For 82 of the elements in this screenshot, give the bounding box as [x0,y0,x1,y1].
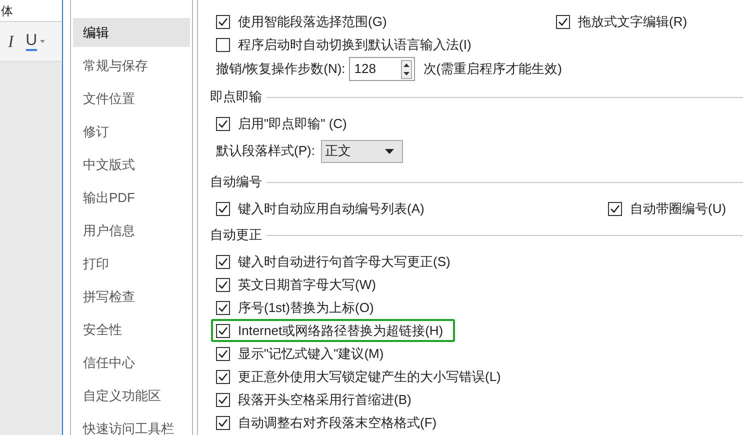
highlighted-option[interactable]: Internet或网络路径替换为超链接(H) [211,319,456,342]
option-row[interactable]: 英文日期首字母大写(W) [216,273,743,296]
check-icon [558,16,568,26]
option-row[interactable]: 自动调整右对齐段落末空格格式(F) [216,411,743,434]
option-row[interactable]: 段落开头空格采用行首缩进(B) [216,388,743,411]
option-row[interactable]: 更正意外使用大写锁定键产生的大小写错误(L) [216,365,743,388]
option-label: Internet或网络路径替换为超链接(H) [238,322,444,340]
option-label: 键入时自动进行句首字母大写更正(S) [238,252,450,271]
check-icon [218,326,228,336]
option-label: 程序启动时自动切换到默认语言输入法(I) [238,36,472,54]
checkbox[interactable] [216,254,230,268]
check-icon [218,372,228,382]
option-label: 自动带圈编号(U) [630,200,726,218]
sidebar-item[interactable]: 文件位置 [73,84,190,113]
checkbox[interactable] [216,300,230,314]
option-label: 序号(1st)替换为上标(O) [238,298,374,317]
checkbox[interactable] [216,116,230,130]
option-label: 段落开头空格采用行首缩进(B) [238,390,412,409]
check-icon [610,204,620,214]
check-icon [218,348,228,358]
sidebar-item[interactable]: 拼写检查 [73,282,190,311]
checkbox[interactable] [216,346,230,360]
option-row[interactable]: 显示"记忆式键入"建议(M) [216,342,743,365]
option-row[interactable]: 使用智能段落选择范围(G) [216,10,556,33]
check-icon [218,256,228,266]
default-style-dropdown[interactable]: 正文 [320,140,403,162]
default-style-label: 默认段落样式(P): [216,142,315,160]
option-label: 显示"记忆式键入"建议(M) [238,344,384,363]
font-name-field[interactable]: 体 [0,2,13,20]
option-label: 使用智能段落选择范围(G) [238,12,387,31]
sidebar-item[interactable]: 打印 [73,249,190,278]
option-label: 英文日期首字母大写(W) [238,276,376,294]
check-icon [218,302,228,312]
checkbox[interactable] [216,392,230,406]
italic-button[interactable]: I [8,28,14,54]
checkbox[interactable] [216,324,230,338]
section-title: 即点即输 [210,88,262,106]
checkbox[interactable] [216,38,230,52]
option-row[interactable]: 拖放式文字编辑(R) [556,10,688,33]
sidebar-item[interactable]: 修订 [73,117,190,146]
check-icon [218,418,228,428]
checkbox[interactable] [216,202,230,216]
option-row[interactable]: 启用"即点即输" (C) [216,112,743,135]
sidebar-item[interactable]: 信任中心 [73,348,190,377]
undo-steps-spinner[interactable]: 128 [349,57,416,81]
underline-button[interactable]: U [26,32,38,50]
section-title: 自动编号 [210,173,262,192]
checkbox[interactable] [556,14,570,28]
caret-icon[interactable] [40,40,46,43]
checkbox[interactable] [216,370,230,384]
option-label: 启用"即点即输" (C) [238,114,347,133]
option-row[interactable]: 程序启动时自动切换到默认语言输入法(I) [216,33,556,56]
option-label: 更正意外使用大写锁定键产生的大小写错误(L) [238,368,501,386]
check-icon [218,204,228,214]
option-label: 拖放式文字编辑(R) [578,12,688,31]
sidebar-item[interactable]: 自定义功能区 [73,381,190,410]
spinner-arrows-icon[interactable] [401,60,412,78]
option-row[interactable]: 键入时自动进行句首字母大写更正(S) [216,250,743,273]
check-icon [218,118,228,128]
sidebar-item[interactable]: 中文版式 [73,150,190,179]
check-icon [218,394,228,404]
sidebar-item[interactable]: 编辑 [73,18,190,47]
sidebar-item[interactable]: 安全性 [73,315,190,344]
dropdown-arrow-icon [384,148,394,154]
checkbox[interactable] [608,202,622,216]
sidebar-item[interactable]: 输出PDF [73,183,190,212]
checkbox[interactable] [216,416,230,430]
option-row[interactable]: 序号(1st)替换为上标(O) [216,296,743,319]
section-title: 自动更正 [210,226,262,244]
sidebar-item[interactable]: 用户信息 [73,216,190,245]
option-label: 自动调整右对齐段落末空格格式(F) [238,414,437,432]
restart-note: 次(需重启程序才能生效) [423,60,562,78]
checkbox[interactable] [216,14,230,28]
option-row[interactable]: 键入时自动应用自动编号列表(A) [216,197,608,220]
check-icon [218,280,228,290]
option-row[interactable]: 自动带圈编号(U) [608,197,726,220]
undo-steps-label: 撤销/恢复操作步数(N): [216,60,346,78]
sidebar-item[interactable]: 常规与保存 [73,51,190,80]
option-label: 键入时自动应用自动编号列表(A) [238,200,424,218]
checkbox[interactable] [216,278,230,292]
check-icon [218,16,228,26]
sidebar-item[interactable]: 快速访问工具栏 [73,414,190,435]
